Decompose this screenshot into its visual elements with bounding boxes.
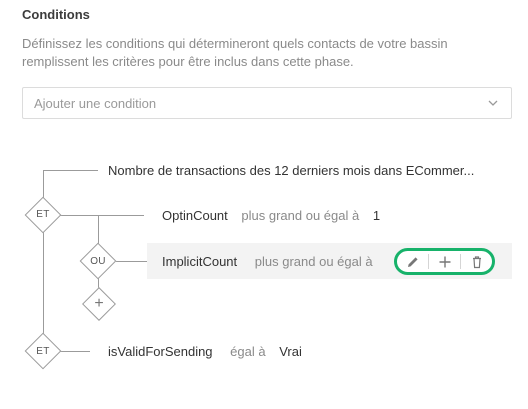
pencil-icon — [407, 256, 418, 267]
condition-optincount[interactable]: OptinCount plus grand ou égal à 1 — [162, 208, 380, 223]
condition-field: isValidForSending — [108, 344, 213, 359]
add-condition-placeholder: Ajouter une condition — [34, 96, 157, 111]
conditions-description: Définissez les conditions qui déterminer… — [22, 36, 448, 69]
condition-field: Nombre de transactions des 12 derniers m… — [108, 163, 475, 178]
condition-field: OptinCount — [162, 208, 228, 223]
and-operator-label[interactable]: ET — [23, 209, 63, 220]
conditions-title: Conditions — [22, 7, 90, 22]
edit-condition-button[interactable] — [397, 251, 428, 272]
condition-field: ImplicitCount — [162, 254, 238, 269]
tree-connector — [60, 351, 90, 352]
condition-isvalidforsending[interactable]: isValidForSending égal à Vrai — [108, 344, 302, 359]
trash-icon — [472, 255, 481, 268]
or-operator-label[interactable]: OU — [78, 256, 118, 267]
row-actions — [394, 248, 495, 275]
condition-implicitcount[interactable]: ImplicitCount plus grand ou égal à — [162, 254, 373, 269]
condition-operator: plus grand ou égal à — [254, 254, 373, 269]
chevron-down-icon — [488, 100, 498, 106]
condition-transactions[interactable]: Nombre de transactions des 12 derniers m… — [108, 163, 474, 178]
condition-operator: égal à — [230, 344, 266, 359]
add-condition-select[interactable]: Ajouter une condition — [22, 87, 512, 119]
tree-connector — [116, 261, 148, 262]
delete-condition-button[interactable] — [461, 251, 492, 272]
condition-operator: plus grand ou égal à — [241, 208, 360, 223]
add-group-plus-icon[interactable]: + — [84, 296, 114, 312]
plus-icon — [439, 256, 450, 267]
condition-value: Vrai — [279, 344, 302, 359]
tree-connector — [43, 170, 98, 171]
condition-value: 1 — [372, 208, 381, 223]
and-operator-label-bottom[interactable]: ET — [23, 346, 63, 357]
add-condition-button[interactable] — [429, 251, 460, 272]
tree-connector — [60, 215, 144, 216]
